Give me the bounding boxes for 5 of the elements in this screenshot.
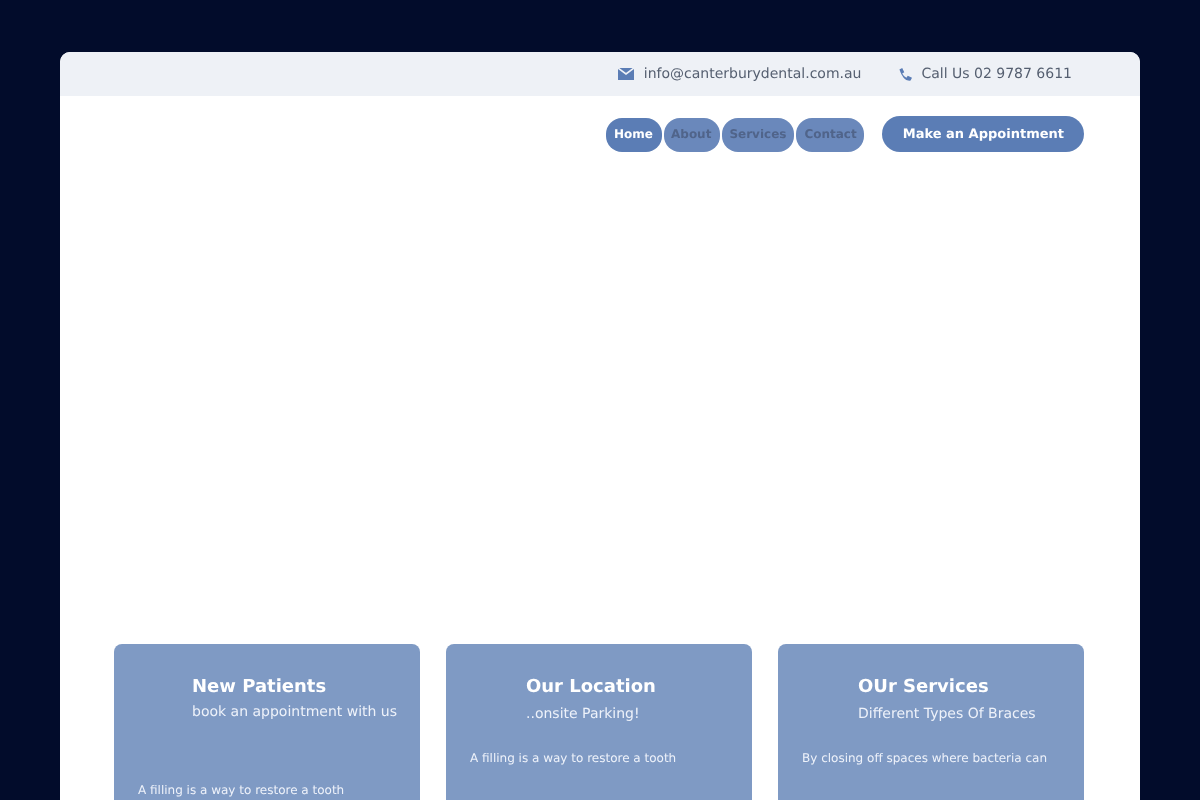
phone-icon xyxy=(897,67,912,81)
card-title: OUr Services xyxy=(858,678,991,698)
card-title: New Patients xyxy=(192,678,329,698)
mail-icon xyxy=(617,68,634,80)
card-title: Our Location xyxy=(526,678,658,698)
